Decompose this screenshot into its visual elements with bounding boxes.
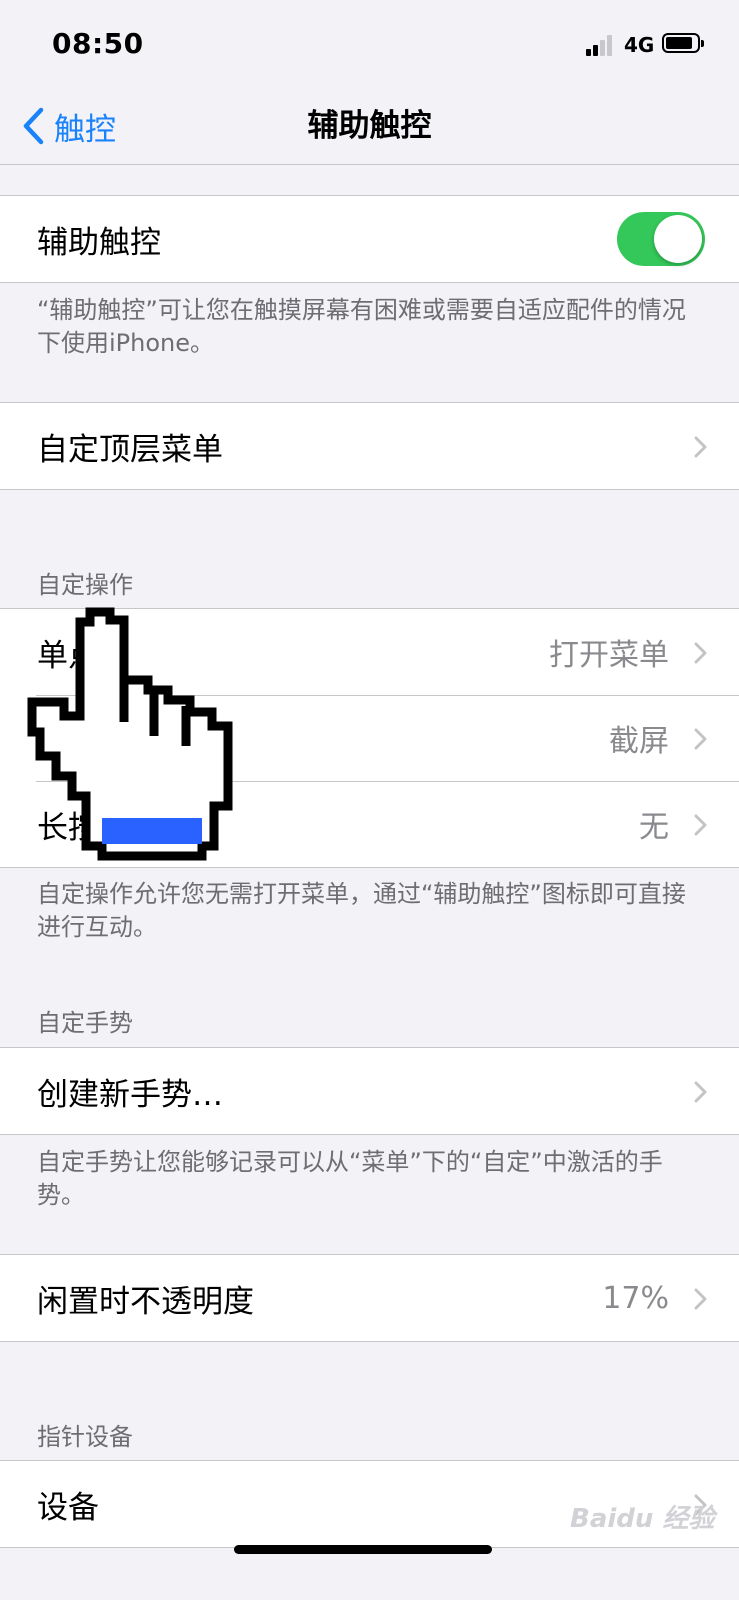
home-indicator[interactable] [234,1545,492,1554]
chevron-right-icon [694,728,707,750]
custom-actions-header: 自定操作 [37,571,133,599]
status-bar: 08:50 4G [0,0,739,90]
custom-actions-group: 单点 打开菜单 轻点两下 截屏 长按 无 [0,608,739,868]
pointer-devices-header: 指针设备 [37,1423,133,1451]
custom-gestures-header: 自定手势 [37,1009,133,1037]
action-label: 轻点两下 [37,723,161,760]
assistive-touch-footer: “辅助触控”可让您在触摸屏幕有困难或需要自适应配件的情况下使用iPhone。 [37,296,686,357]
custom-gestures-footer: 自定手势让您能够记录可以从“菜单”下的“自定”中激活的手势。 [37,1148,663,1209]
assistive-touch-toggle[interactable] [617,212,705,266]
action-label: 单点 [37,637,99,674]
top-menu-label: 自定顶层菜单 [37,431,223,468]
idle-opacity-row[interactable]: 闲置时不透明度 17% [0,1255,739,1341]
devices-label: 设备 [37,1489,99,1526]
network-type: 4G [624,33,655,57]
chevron-right-icon [694,436,707,458]
cellular-signal-icon [586,34,616,56]
action-value: 无 [639,810,669,845]
top-menu-row[interactable]: 自定顶层菜单 [0,403,739,489]
navigation-bar: 触控 辅助触控 [0,90,739,165]
action-row-single-tap[interactable]: 单点 打开菜单 [0,609,739,695]
battery-icon [662,33,704,53]
assistive-touch-label: 辅助触控 [37,224,161,261]
toggle-knob [654,215,702,263]
status-time: 08:50 [52,27,144,60]
chevron-right-icon [694,1081,707,1103]
idle-opacity-value: 17% [602,1280,669,1316]
idle-opacity-group: 闲置时不透明度 17% [0,1254,739,1342]
create-gesture-label: 创建新手势… [37,1076,223,1113]
action-row-long-press[interactable]: 长按 无 [0,781,739,867]
custom-actions-footer: 自定操作允许您无需打开菜单，通过“辅助触控”图标即可直接进行互动。 [37,880,686,941]
chevron-right-icon [694,814,707,836]
assistive-touch-row: 辅助触控 [0,196,739,282]
action-row-double-tap[interactable]: 轻点两下 截屏 [0,695,739,781]
baidu-watermark: Baidu 经验 [570,1504,715,1534]
create-gesture-row[interactable]: 创建新手势… [0,1048,739,1134]
chevron-right-icon [694,642,707,664]
idle-opacity-label: 闲置时不透明度 [37,1283,254,1320]
action-label: 长按 [37,809,99,846]
chevron-right-icon [694,1288,707,1310]
custom-gestures-group: 创建新手势… [0,1047,739,1135]
page-title: 辅助触控 [307,108,432,144]
assistive-touch-group: 辅助触控 [0,195,739,283]
action-value: 打开菜单 [549,638,669,673]
top-menu-group: 自定顶层菜单 [0,402,739,490]
action-value: 截屏 [609,724,669,759]
